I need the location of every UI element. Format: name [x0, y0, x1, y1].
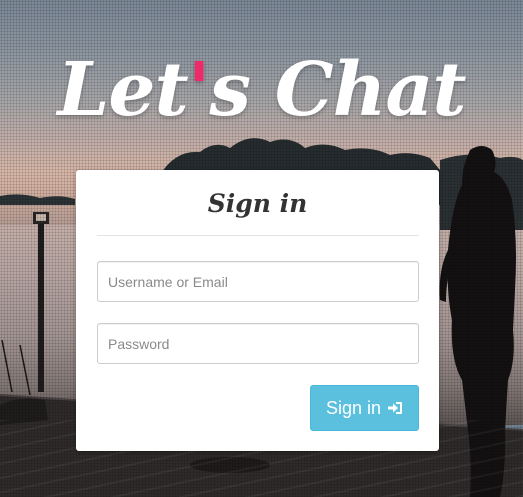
logo-text-before: Let [57, 47, 188, 133]
logo-text-after: s Chat [209, 47, 466, 133]
sign-in-button-label: Sign in [325, 397, 382, 418]
app-logo: Let's Chat [0, 42, 523, 138]
sign-in-panel: Sign in Sign in [76, 170, 439, 451]
sign-in-button[interactable]: Sign in [310, 385, 419, 431]
sign-in-title: Sign in [207, 189, 308, 218]
password-input[interactable] [97, 323, 419, 364]
sign-in-icon [387, 400, 403, 416]
logo-apostrophe: ' [187, 47, 211, 133]
title-divider [97, 235, 419, 236]
username-input[interactable] [97, 261, 419, 302]
